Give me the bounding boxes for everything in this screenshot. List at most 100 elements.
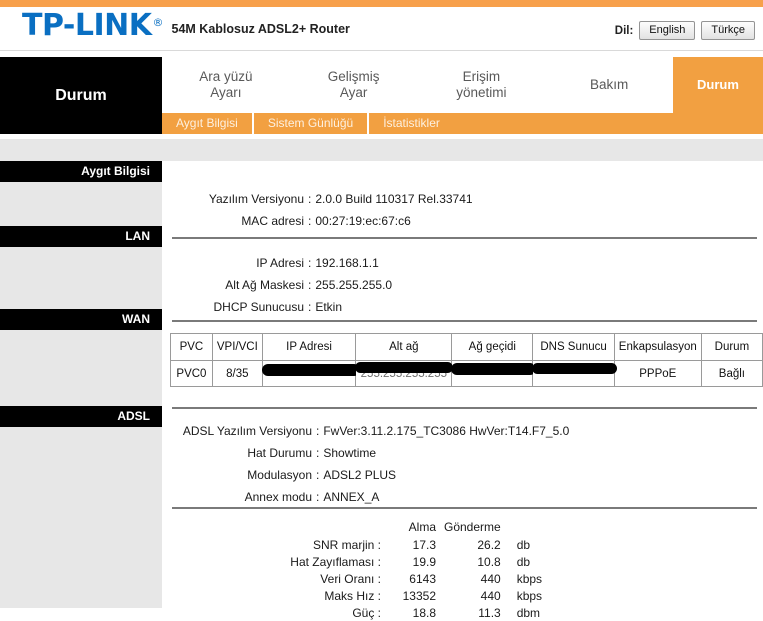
stats-row-veri-orani: Veri Oranı : 6143 440 kbps: [254, 570, 542, 587]
stats-label-snr-marjin: SNR marjin :: [312, 537, 381, 552]
row-hat-durumu: Hat Durumu : Showtime: [150, 443, 376, 463]
stats-header-row: Alma Gönderme: [254, 519, 542, 536]
row-mac-adresi: MAC adresi : 00:27:19:ec:67:c6: [162, 211, 411, 231]
page-header: TP-LINK ® 54M Kablosuz ADSL2+ Router Dil…: [0, 7, 763, 50]
stats-unit-veri-orani: kbps: [516, 571, 543, 586]
stats-alma-snr-marjin: 17.3: [412, 537, 436, 552]
stats-gonderme-maks-hiz: 440: [480, 588, 501, 603]
stats-alma-veri-orani: 6143: [409, 571, 436, 586]
tab-ara-yuzu-ayari[interactable]: Ara yüzü Ayarı: [162, 57, 290, 113]
language-label: Dil:: [614, 24, 634, 37]
divider-lan: [172, 237, 757, 239]
colon: :: [308, 278, 312, 292]
tab-durum[interactable]: Durum: [673, 57, 763, 134]
cell-dns-sunucu: [532, 360, 618, 387]
redaction-bar: [355, 362, 454, 373]
row-lan-alt-ag-maskesi: Alt Ağ Maskesi : 255.255.255.0: [162, 275, 392, 295]
colon: :: [316, 468, 320, 482]
value-lan-ip-adresi: 192.168.1.1: [315, 256, 379, 270]
details-column: Yazılım Versiyonu : 2.0.0 Build 110317 R…: [162, 161, 763, 620]
section-heading-lan: LAN: [0, 226, 162, 247]
stats-row-guc: Güç : 18.8 11.3 dbm: [254, 604, 542, 621]
colon: :: [308, 192, 312, 206]
header-divider: [0, 50, 763, 51]
stats-col-unit-blank: [509, 519, 542, 536]
language-switcher: Dil: English Türkçe: [614, 21, 755, 41]
top-accent-strip: [0, 0, 763, 7]
subtab-istatistikler[interactable]: İstatistikler: [369, 113, 454, 134]
navigation-zone: Durum Ara yüzü Ayarı Gelişmiş Ayar Erişi…: [0, 57, 763, 134]
subtab-aygit-bilgisi[interactable]: Aygıt Bilgisi: [162, 113, 252, 134]
label-modulasyon: Modulasyon: [247, 468, 312, 482]
product-model-label: 54M Kablosuz ADSL2+ Router: [171, 22, 350, 36]
value-lan-dhcp-sunucusu: Etkin: [315, 300, 343, 314]
cell-ag-gecidi: [451, 360, 537, 387]
colon: :: [308, 214, 312, 228]
stats-alma-maks-hiz: 13352: [402, 588, 436, 603]
value-mac-adresi: 00:27:19:ec:67:c6: [315, 214, 411, 228]
page-title: Durum: [0, 57, 162, 134]
stats-label-maks-hiz: Maks Hız :: [324, 588, 381, 603]
value-modulasyon: ADSL2 PLUS: [323, 468, 397, 482]
redaction-bar: [451, 363, 537, 375]
cell-alt-ag: 255.255.255.255: [355, 360, 454, 387]
divider-wan: [172, 320, 757, 322]
stats-col-gonderme: Gönderme: [444, 519, 501, 534]
stats-unit-guc: dbm: [516, 605, 541, 620]
value-adsl-yazilim-versiyonu: FwVer:3.11.2.175_TC3086 HwVer:T14.F7_5.0: [323, 424, 570, 438]
content-area: Aygıt Bilgisi LAN WAN ADSL Yazılım Versi…: [0, 161, 763, 620]
stats-gonderme-hat-zayiflamasi: 10.8: [477, 554, 501, 569]
table-row: PVC0 8/35 255.255.255.255 PPPoE Bağlı: [170, 360, 763, 387]
col-dns-sunucu: DNS Sunucu: [532, 333, 615, 361]
stats-alma-hat-zayiflamasi: 19.9: [412, 554, 436, 569]
stats-corner-blank: [254, 519, 384, 536]
row-modulasyon: Modulasyon : ADSL2 PLUS: [150, 465, 396, 485]
stats-row-snr: SNR marjin : 17.3 26.2 db: [254, 536, 542, 553]
brand-name: TP-LINK: [22, 8, 152, 43]
cell-pvc: PVC0: [170, 360, 213, 387]
label-yazilim-versiyonu: Yazılım Versiyonu: [208, 192, 304, 206]
cell-enkapsulasyon: PPPoE: [613, 360, 702, 387]
stats-label-hat-zayiflamasi: Hat Zayıflaması :: [290, 554, 381, 569]
stats-alma-guc: 18.8: [412, 605, 436, 620]
label-hat-durumu: Hat Durumu: [247, 446, 312, 460]
language-button-english[interactable]: English: [639, 21, 696, 41]
col-alt-ag: Alt ağ: [355, 333, 453, 361]
stats-unit-maks-hiz: kbps: [516, 588, 543, 603]
label-lan-dhcp-sunucusu: DHCP Sunucusu: [213, 300, 305, 314]
tab-erisim-yonetimi[interactable]: Erişim yönetimi: [417, 57, 546, 113]
stats-row-maks-hiz: Maks Hız : 13352 440 kbps: [254, 587, 542, 604]
stats-unit-hat-zayiflamasi: db: [516, 554, 531, 569]
colon: :: [308, 300, 312, 314]
row-annex-modu: Annex modu : ANNEX_A: [150, 487, 380, 507]
subtab-sistem-gunlugu[interactable]: Sistem Günlüğü: [254, 113, 367, 134]
wan-table: PVC VPI/VCI IP Adresi Alt ağ Ağ geçidi D…: [170, 333, 763, 387]
label-annex-modu: Annex modu: [244, 490, 312, 504]
colon: :: [316, 424, 320, 438]
row-lan-ip-adresi: IP Adresi : 192.168.1.1: [162, 253, 379, 273]
stats-unit-snr-marjin: db: [516, 537, 531, 552]
registered-trademark-icon: ®: [152, 16, 164, 29]
sub-tab-bar: Aygıt Bilgisi Sistem Günlüğü İstatistikl…: [162, 113, 673, 134]
divider-adsl: [172, 407, 757, 409]
divider-adsl-stats: [172, 507, 757, 509]
cell-ip-adresi: [261, 360, 360, 387]
col-enkapsulasyon: Enkapsulasyon: [613, 333, 702, 361]
label-adsl-yazilim-versiyonu: ADSL Yazılım Versiyonu: [182, 424, 312, 438]
tab-bakim[interactable]: Bakım: [545, 57, 673, 113]
col-vpi-vci: VPI/VCI: [211, 333, 263, 361]
adsl-stats-table: Alma Gönderme SNR marjin : 17.3 26.2 db …: [254, 519, 542, 621]
value-annex-modu: ANNEX_A: [323, 490, 380, 504]
label-mac-adresi: MAC adresi: [241, 214, 304, 228]
value-yazilim-versiyonu: 2.0.0 Build 110317 Rel.33741: [315, 192, 473, 206]
row-yazilim-versiyonu: Yazılım Versiyonu : 2.0.0 Build 110317 R…: [162, 189, 473, 209]
stats-label-guc: Güç :: [352, 605, 381, 620]
language-button-turkce[interactable]: Türkçe: [701, 21, 755, 41]
tab-gelismis-ayar[interactable]: Gelişmiş Ayar: [289, 57, 418, 113]
stats-gonderme-veri-orani: 440: [480, 571, 501, 586]
redaction-bar: [261, 364, 360, 376]
content-top-band: [0, 139, 763, 161]
col-durum: Durum: [700, 333, 763, 361]
table-header-row: PVC VPI/VCI IP Adresi Alt ağ Ağ geçidi D…: [170, 333, 763, 361]
stats-gonderme-guc: 11.3: [478, 605, 501, 620]
